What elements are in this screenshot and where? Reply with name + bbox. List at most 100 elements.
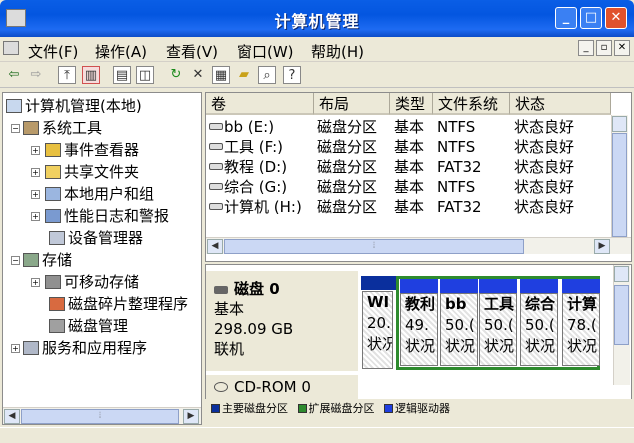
scroll-thumb[interactable]: ⦙	[224, 239, 524, 254]
search-icon[interactable]: ⌕	[258, 66, 276, 84]
volume-drive-icon	[209, 163, 223, 170]
event-viewer-icon	[45, 143, 61, 157]
tree-root[interactable]: 计算机管理(本地)	[6, 95, 142, 117]
scroll-up-icon[interactable]	[614, 266, 629, 282]
show-pane-icon[interactable]: ◫	[136, 66, 154, 84]
tree-item-local-users[interactable]: 本地用户和组	[45, 183, 154, 205]
title-bar[interactable]: 计算机管理 _ □ ✕	[0, 0, 634, 37]
column-header-type[interactable]: 类型	[390, 93, 433, 115]
maximize-button[interactable]: □	[580, 7, 602, 29]
tree-item-event-viewer[interactable]: 事件查看器	[45, 139, 139, 161]
scroll-thumb[interactable]	[612, 133, 627, 237]
volume-cell-vol: 计算机 (H:)	[224, 198, 302, 216]
scroll-up-icon[interactable]	[612, 116, 627, 132]
tree-item-label: 可移动存储	[64, 273, 140, 291]
scroll-thumb[interactable]: ⦙	[21, 409, 179, 424]
volume-cell-layout: 磁盘分区	[317, 118, 378, 136]
menu-action[interactable]: 操作(A)	[95, 41, 147, 62]
partition-status: 状况	[484, 337, 515, 355]
up-folder-icon[interactable]: ⤒	[58, 66, 76, 84]
show-tree-icon[interactable]: ▥	[82, 66, 100, 84]
volume-row[interactable]: 计算机 (H:) 磁盘分区 基本 FAT32 状态良好	[206, 197, 611, 217]
logical-drive-bar	[400, 279, 438, 293]
logical-drive[interactable]: 计算 78.(状况	[562, 293, 600, 366]
tree-item-system-tools[interactable]: 系统工具	[23, 117, 102, 139]
mdi-close-button[interactable]: ✕	[614, 40, 630, 56]
volume-row[interactable]: 综合 (G:) 磁盘分区 基本 NTFS 状态良好	[206, 177, 611, 197]
expander-event-viewer[interactable]: +	[31, 146, 40, 155]
delete-icon[interactable]: ✕	[189, 66, 207, 84]
scroll-left-icon[interactable]: ◀	[207, 239, 223, 254]
partition-bar-primary	[361, 276, 396, 290]
mdi-restore-button[interactable]: ▫	[596, 40, 612, 56]
logical-drive[interactable]: 综合 50.(状况	[520, 293, 558, 366]
logical-drive[interactable]: 教利 49. 状况	[400, 293, 438, 366]
expander-system-tools[interactable]: −	[11, 124, 20, 133]
cdrom-info[interactable]: CD-ROM 0	[206, 375, 358, 399]
expander-shared-folders[interactable]: +	[31, 168, 40, 177]
expander-removable[interactable]: +	[31, 278, 40, 287]
logical-drive[interactable]: bb 50.(状况	[440, 293, 478, 366]
volume-row[interactable]: 教程 (D:) 磁盘分区 基本 FAT32 状态良好	[206, 157, 611, 177]
partition-c[interactable]: WI 20. 状况	[362, 291, 393, 369]
volume-horizontal-scrollbar[interactable]: ◀ ⦙ ▶	[206, 237, 631, 254]
disk-vertical-scrollbar[interactable]	[613, 265, 630, 385]
expander-perf-logs[interactable]: +	[31, 212, 40, 221]
partition-name: 教利	[405, 295, 436, 313]
expander-storage[interactable]: −	[11, 256, 20, 265]
disk0-info[interactable]: 磁盘 0 基本 298.09 GB 联机	[206, 271, 358, 371]
scroll-left-icon[interactable]: ◀	[4, 409, 20, 424]
tree-item-removable-storage[interactable]: 可移动存储	[45, 271, 139, 293]
menu-window[interactable]: 窗口(W)	[237, 41, 294, 62]
scroll-right-icon[interactable]: ▶	[183, 409, 199, 424]
column-header-filesystem[interactable]: 文件系统	[433, 93, 510, 115]
column-header-status[interactable]: 状态	[510, 93, 611, 115]
volume-vertical-scrollbar[interactable]	[611, 115, 628, 237]
partition-status: 状况	[567, 337, 598, 355]
volume-cell-status: 状态良好	[514, 158, 575, 176]
volume-cell-layout: 磁盘分区	[317, 198, 378, 216]
tree-item-label: 设备管理器	[68, 229, 144, 247]
minimize-button[interactable]: _	[555, 7, 577, 29]
properties2-icon[interactable]: ▦	[212, 66, 230, 84]
expander-local-users[interactable]: +	[31, 190, 40, 199]
properties-icon[interactable]: ▤	[113, 66, 131, 84]
menu-file[interactable]: 文件(F)	[28, 41, 78, 62]
close-button[interactable]: ✕	[605, 7, 627, 29]
column-header-layout[interactable]: 布局	[314, 93, 390, 115]
forward-icon[interactable]: ⇨	[27, 66, 45, 84]
mdi-minimize-button[interactable]: _	[578, 40, 594, 56]
scroll-thumb[interactable]	[614, 285, 629, 345]
tree-item-disk-management[interactable]: 磁盘管理	[49, 315, 128, 337]
partition-size: 50.(	[484, 316, 514, 334]
menu-app-icon[interactable]	[3, 41, 19, 55]
storage-icon	[23, 253, 39, 267]
open-folder-icon[interactable]: ▰	[235, 66, 253, 84]
refresh-icon[interactable]: ↻	[167, 66, 185, 84]
shared-folder-icon	[45, 165, 61, 179]
menu-help[interactable]: 帮助(H)	[311, 41, 364, 62]
partition-name: 工具	[484, 295, 515, 313]
back-icon[interactable]: ⇦	[5, 66, 23, 84]
expander-services[interactable]: +	[11, 344, 20, 353]
partition-status: 状况	[525, 337, 556, 355]
status-bar	[0, 427, 634, 443]
column-header-volume[interactable]: 卷	[206, 93, 314, 115]
logical-drive[interactable]: 工具 50.( 状况	[479, 293, 517, 366]
tree-item-perf-logs[interactable]: 性能日志和警报	[45, 205, 169, 227]
volume-row[interactable]: bb (E:) 磁盘分区 基本 NTFS 状态良好	[206, 117, 611, 137]
tree-item-device-manager[interactable]: 设备管理器	[49, 227, 143, 249]
tree-item-defrag[interactable]: 磁盘碎片整理程序	[49, 293, 188, 315]
volume-row[interactable]: 工具 (F:) 磁盘分区 基本 NTFS 状态良好	[206, 137, 611, 157]
toolbar: ⇦ ⇨ ⤒ ▥ ▤ ◫ ↻ ✕ ▦ ▰ ⌕ ?	[0, 62, 634, 88]
cdrom-name: CD-ROM 0	[234, 378, 311, 396]
menu-view[interactable]: 查看(V)	[166, 41, 218, 62]
scroll-right-icon[interactable]: ▶	[594, 239, 610, 254]
help-icon[interactable]: ?	[283, 66, 301, 84]
tree-item-storage[interactable]: 存储	[23, 249, 72, 271]
tree-root-label: 计算机管理(本地)	[25, 97, 142, 115]
tree-item-services-apps[interactable]: 服务和应用程序	[23, 337, 147, 359]
volume-cell-layout: 磁盘分区	[317, 178, 378, 196]
tree-item-shared-folders[interactable]: 共享文件夹	[45, 161, 139, 183]
tree-horizontal-scrollbar[interactable]: ◀ ⦙ ▶	[3, 407, 201, 424]
